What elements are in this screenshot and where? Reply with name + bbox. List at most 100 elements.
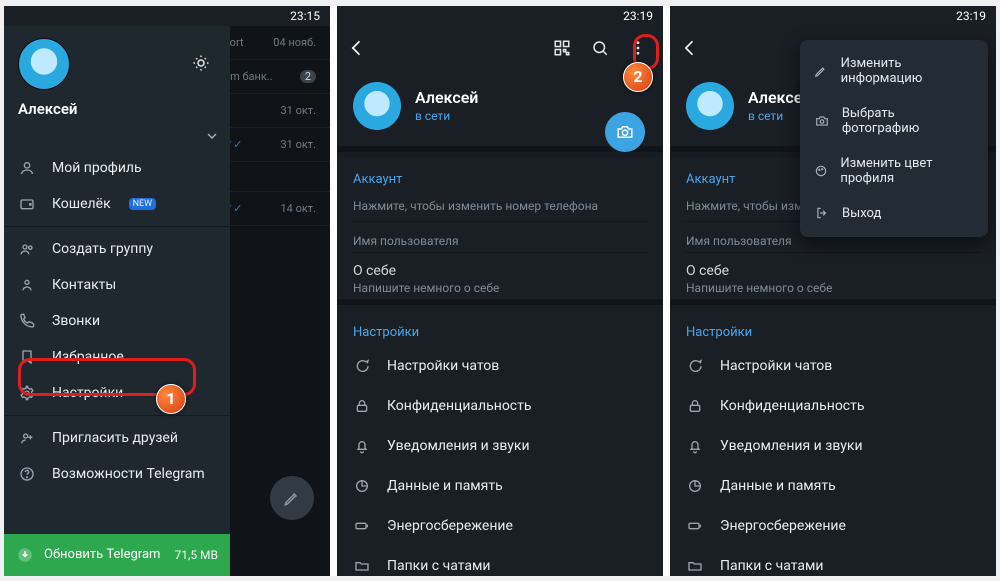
battery-icon: [686, 518, 704, 534]
topbar: [337, 26, 663, 70]
date: 31 окт.: [280, 138, 316, 151]
menu-contacts[interactable]: Контакты: [4, 267, 230, 303]
contact-icon: [18, 277, 36, 293]
camera-fab[interactable]: [605, 112, 645, 152]
menu-wallet[interactable]: КошелёкNEW: [4, 186, 230, 222]
more-icon[interactable]: [623, 39, 653, 57]
label: Кошелёк: [52, 196, 111, 212]
label: Настройки: [52, 385, 123, 401]
item-data[interactable]: Данные и память: [670, 466, 996, 506]
step-badge-2: 2: [623, 62, 653, 92]
update-bar[interactable]: Обновить Telegram 71,5 MB: [4, 534, 230, 576]
folder-icon: [353, 558, 371, 574]
label: Изменить цвет профиля: [840, 156, 974, 186]
label: Конфиденциальность: [387, 398, 531, 414]
statusbar: 23:15: [4, 6, 330, 26]
label: Папки с чатами: [387, 558, 490, 574]
statusbar: 23:19: [670, 6, 996, 26]
more-dropdown: Изменить информацию Выбрать фотографию И…: [800, 40, 988, 237]
label: Уведомления и звуки: [720, 438, 863, 454]
update-label: Обновить Telegram: [44, 547, 160, 562]
group-icon: [18, 241, 36, 257]
user-icon: [18, 160, 36, 176]
menu-invite[interactable]: Пригласить друзей: [4, 420, 230, 456]
compose-fab[interactable]: [270, 476, 314, 520]
avatar[interactable]: [18, 38, 70, 90]
clock: 23:19: [623, 9, 653, 23]
chat-icon: [353, 358, 371, 374]
statusbar: 23:19: [337, 6, 663, 26]
item-notif[interactable]: Уведомления и звуки: [337, 426, 663, 466]
item-privacy[interactable]: Конфиденциальность: [670, 386, 996, 426]
item-energy[interactable]: Энергосбережение: [670, 506, 996, 546]
item-chats[interactable]: Настройки чатов: [337, 346, 663, 386]
label: Настройки чатов: [720, 358, 832, 374]
chat-name: um банк..: [224, 70, 273, 83]
about-field[interactable]: О себе Напишите немного о себе: [670, 253, 996, 299]
item-folders[interactable]: Папки с чатами: [670, 546, 996, 576]
phone-icon: [18, 313, 36, 329]
gear-icon: [18, 385, 36, 401]
profile-header: Алексей в сети: [337, 70, 663, 146]
label: Возможности Telegram: [52, 466, 205, 482]
dropdown-color[interactable]: Изменить цвет профиля: [800, 146, 988, 196]
bell-icon: [686, 438, 704, 454]
avatar[interactable]: [353, 82, 401, 130]
pie-icon: [686, 478, 704, 494]
label: Имя пользователя: [353, 234, 647, 248]
item-notif[interactable]: Уведомления и звуки: [670, 426, 996, 466]
label: О себе: [686, 263, 980, 279]
menu-calls[interactable]: Звонки: [4, 303, 230, 339]
label: Данные и память: [720, 478, 836, 494]
dropdown-photo[interactable]: Выбрать фотографию: [800, 96, 988, 146]
separator: [4, 415, 230, 416]
item-folders[interactable]: Папки с чатами: [337, 546, 663, 576]
item-privacy[interactable]: Конфиденциальность: [337, 386, 663, 426]
profile-name: Алексей: [415, 88, 478, 107]
label: Изменить информацию: [841, 56, 974, 86]
label: Звонки: [52, 313, 100, 329]
username-field[interactable]: Имя пользователя: [337, 222, 663, 252]
menu-profile[interactable]: Мой профиль: [4, 150, 230, 186]
clock: 23:19: [956, 9, 986, 23]
wallet-icon: [18, 196, 36, 212]
menu-saved[interactable]: Избранное: [4, 339, 230, 375]
dropdown-logout[interactable]: Выход: [800, 196, 988, 231]
menu-settings[interactable]: Настройки: [4, 375, 230, 411]
item-energy[interactable]: Энергосбережение: [337, 506, 663, 546]
profile-status: в сети: [415, 109, 478, 123]
menu-features[interactable]: Возможности Telegram: [4, 456, 230, 492]
section-settings: Настройки: [337, 311, 663, 346]
back-icon[interactable]: [347, 38, 367, 58]
help-icon: [18, 466, 36, 482]
about-field[interactable]: О себе Напишите немного о себе: [337, 253, 663, 299]
bookmark-icon: [18, 349, 36, 365]
bell-icon: [353, 438, 371, 454]
qr-icon[interactable]: [547, 39, 577, 57]
step-badge-1: 1: [156, 384, 186, 414]
section-settings: Настройки: [670, 311, 996, 346]
account-expand-icon[interactable]: [4, 124, 230, 150]
update-size: 71,5 MB: [174, 548, 218, 562]
sublabel: Напишите немного о себе: [686, 281, 980, 295]
label: Энергосбережение: [387, 518, 513, 534]
avatar[interactable]: [686, 82, 734, 130]
label: Конфиденциальность: [720, 398, 864, 414]
dropdown-edit[interactable]: Изменить информацию: [800, 46, 988, 96]
palette-icon: [814, 164, 828, 178]
back-icon[interactable]: [680, 38, 700, 58]
chat-icon: [686, 358, 704, 374]
date: 04 нояб.: [273, 36, 316, 49]
menu-new-group[interactable]: Создать группу: [4, 231, 230, 267]
theme-toggle-icon[interactable]: [192, 54, 210, 72]
phone-hint[interactable]: Нажмите, чтобы изменить номер телефона: [337, 193, 663, 221]
item-data[interactable]: Данные и память: [337, 466, 663, 506]
lock-icon: [353, 398, 371, 414]
label: Папки с чатами: [720, 558, 823, 574]
search-icon[interactable]: [585, 39, 615, 57]
item-chats[interactable]: Настройки чатов: [670, 346, 996, 386]
camera-icon: [814, 114, 830, 128]
section-account: Аккаунт: [337, 158, 663, 193]
folder-icon: [686, 558, 704, 574]
clock: 23:15: [290, 9, 320, 23]
